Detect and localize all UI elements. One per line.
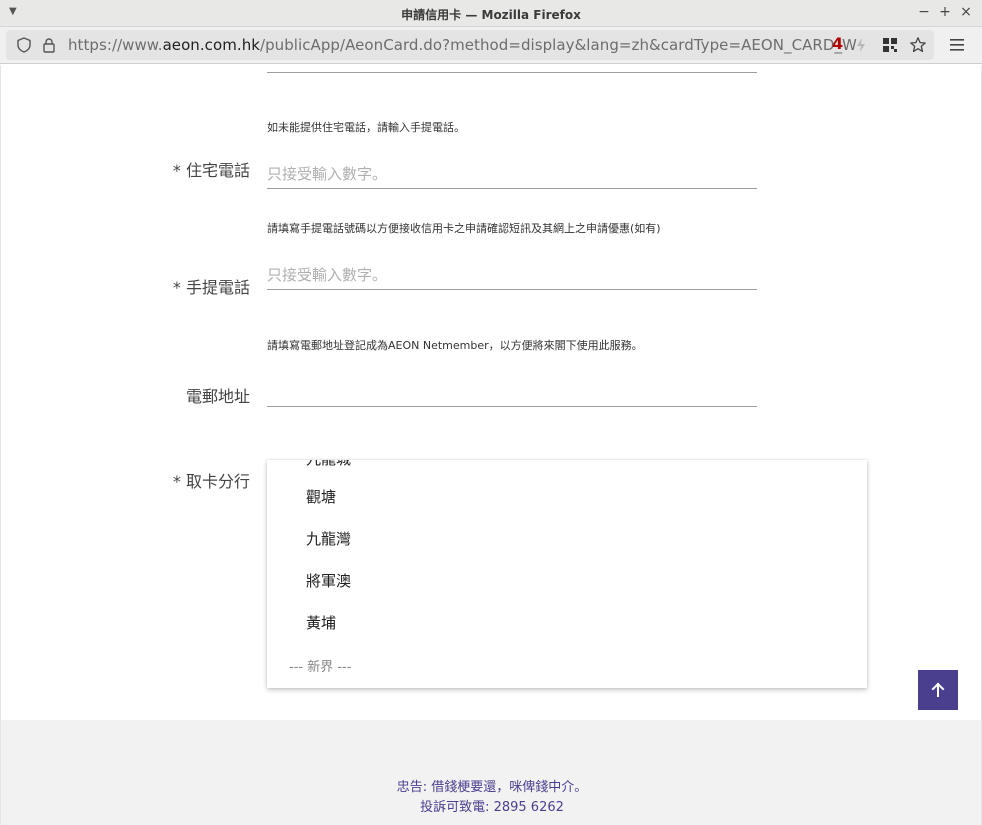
app-menu-icon[interactable] (948, 36, 966, 54)
home-phone-hint: 如未能提供住宅電話，請輸入手提電話。 (267, 121, 465, 134)
branch-option[interactable]: 觀塘 (306, 486, 336, 507)
bookmark-star-icon[interactable] (909, 36, 927, 54)
email-input[interactable] (267, 377, 757, 406)
footer-warning: 忠告: 借錢梗要還，咪俾錢中介。 (396, 780, 588, 795)
lock-icon[interactable] (41, 37, 57, 53)
close-icon[interactable]: × (958, 4, 974, 20)
arrow-up-icon (931, 682, 945, 697)
url-text[interactable]: https://www.aeon.com.hk/publicApp/AeonCa… (68, 36, 857, 54)
maximize-icon[interactable]: + (937, 4, 953, 20)
email-label: 電郵地址 (185, 387, 250, 406)
home-phone-label: * 住宅電話 (172, 161, 250, 180)
email-field[interactable] (267, 377, 757, 407)
home-phone-input[interactable] (267, 159, 757, 188)
home-phone-field[interactable] (267, 159, 757, 189)
branch-dropdown-list[interactable]: 九龍城 觀塘 九龍灣 將軍澳 黃埔 --- 新界 --- (267, 460, 867, 688)
branch-option[interactable]: 黃埔 (306, 612, 336, 633)
scroll-to-top-button[interactable] (918, 670, 958, 710)
extension-badge[interactable]: 4 (832, 34, 843, 53)
email-hint: 請填寫電郵地址登記成為AEON Netmember，以方便將來閣下使用此服務。 (267, 339, 643, 352)
branch-option-partial[interactable]: 九龍城 (306, 460, 351, 469)
qr-grid-icon[interactable] (881, 36, 899, 54)
mobile-phone-label: * 手提電話 (172, 278, 250, 297)
branch-option[interactable]: 九龍灣 (306, 528, 351, 549)
mobile-phone-input[interactable] (267, 260, 757, 289)
window-title: 申請信用卡 — Mozilla Firefox (401, 8, 581, 22)
url-bar[interactable]: https://www.aeon.com.hk/publicApp/AeonCa… (6, 30, 934, 60)
minimize-icon[interactable]: − (916, 4, 932, 20)
branch-group-header: --- 新界 --- (289, 660, 352, 675)
page-footer: 忠告: 借錢梗要還，咪俾錢中介。 投訴可致電: 2895 6262 (0, 720, 982, 825)
lightning-icon[interactable] (852, 36, 870, 54)
mobile-phone-hint: 請填寫手提電話號碼以方便接收信用卡之申請確認短訊及其網上之申請優惠(如有) (267, 222, 661, 235)
branch-label: * 取卡分行 (172, 472, 250, 491)
page-content: 如未能提供住宅電話，請輸入手提電話。 * 住宅電話 請填寫手提電話號碼以方便接收… (0, 65, 982, 720)
tracking-shield-icon[interactable] (16, 37, 32, 53)
window-titlebar: ▼ 申請信用卡 — Mozilla Firefox − + × (0, 0, 982, 27)
mobile-phone-field[interactable] (267, 260, 757, 290)
browser-toolbar: https://www.aeon.com.hk/publicApp/AeonCa… (0, 27, 982, 64)
branch-option[interactable]: 將軍澳 (306, 570, 351, 591)
footer-complaint-phone: 投訴可致電: 2895 6262 (420, 800, 564, 815)
previous-field-underline (267, 72, 757, 73)
